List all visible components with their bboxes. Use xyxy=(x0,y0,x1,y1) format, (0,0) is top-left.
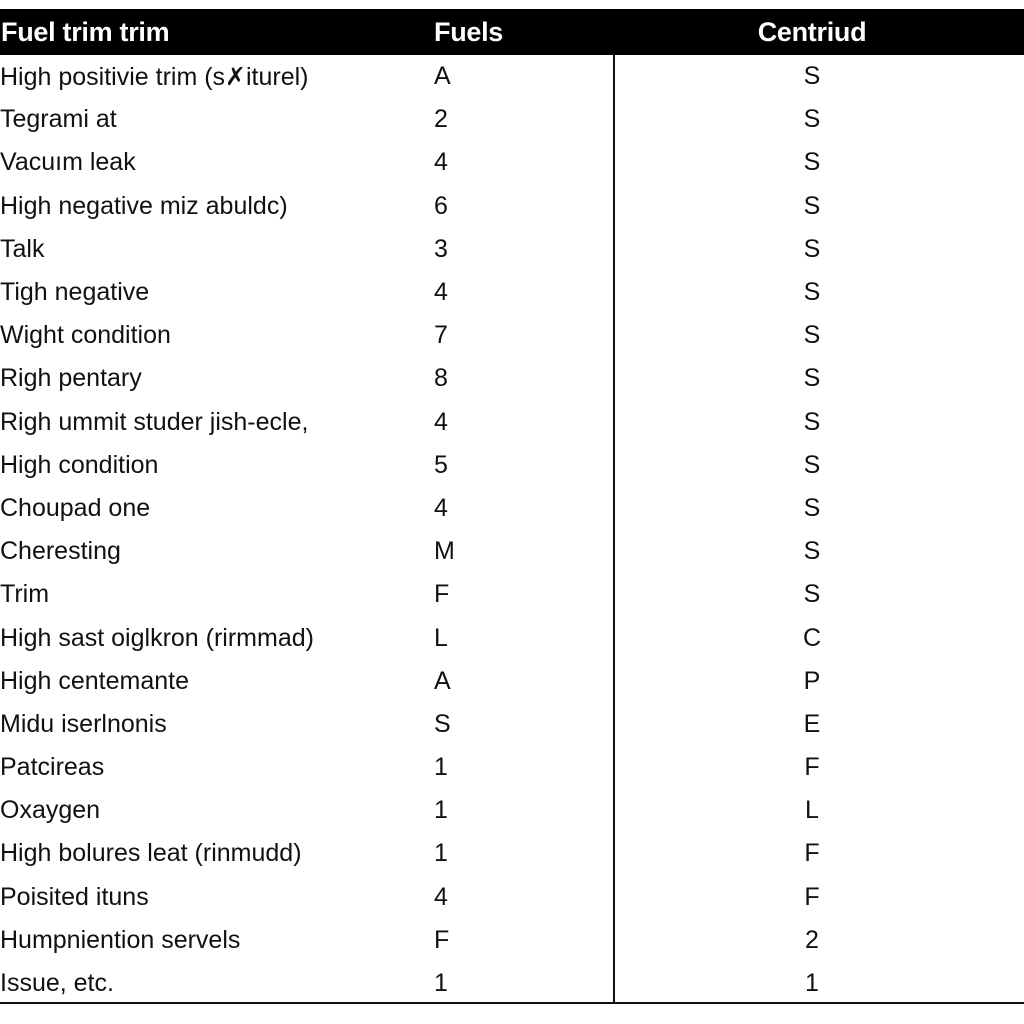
cell-fuels: L xyxy=(434,623,448,652)
cell-centriud: F xyxy=(804,753,820,782)
cell-condition: Tigh negative xyxy=(0,278,150,307)
cell-fuels: F xyxy=(434,925,450,954)
cell-fuels: F xyxy=(434,580,450,609)
cell-centriud: S xyxy=(803,537,821,566)
cell-condition: Wight condition xyxy=(0,321,171,350)
cell-fuels: 5 xyxy=(434,450,448,479)
table-row: Oxaygen 1 L xyxy=(0,789,1024,832)
cell-centriud: F xyxy=(804,882,820,911)
cell-condition: Righ ummit studer jish-ecle, xyxy=(0,407,309,436)
cell-condition: Tegrami at xyxy=(0,105,117,134)
cell-condition: Issue, etc. xyxy=(0,969,114,998)
cell-fuels: 4 xyxy=(434,882,448,911)
cell-fuels: 1 xyxy=(434,969,448,998)
column-divider xyxy=(613,55,615,1004)
cell-condition: Patcireas xyxy=(0,753,105,782)
table-row: Tegrami at 2 S xyxy=(0,98,1024,141)
table-header: Fuel trim trim Fuels Centriud xyxy=(0,9,1024,55)
table-row: High condition 5 S xyxy=(0,444,1024,487)
cell-centriud: 1 xyxy=(805,969,819,998)
cell-fuels: 4 xyxy=(434,278,448,307)
table-row: Wight condition 7 S xyxy=(0,314,1024,357)
cell-condition: Cheresting xyxy=(0,537,121,566)
cell-condition: Choupad one xyxy=(0,493,151,522)
cell-fuels: 1 xyxy=(434,839,448,868)
table-row: Humpniention servels F 2 xyxy=(0,919,1024,962)
fuel-trim-document: Fuel trim trim Fuels Centriud High posit… xyxy=(0,9,1024,1005)
column-header-fuels: Fuels xyxy=(434,16,504,47)
cell-condition: Trim xyxy=(0,580,50,609)
cell-fuels: A xyxy=(434,62,451,91)
cell-fuels: 1 xyxy=(434,796,448,825)
cell-condition: High sast oiglkron (rirmmad) xyxy=(0,623,314,652)
table-row: Tigh negative 4 S xyxy=(0,271,1024,314)
cell-centriud: S xyxy=(803,234,821,263)
table-row: Talk 3 S xyxy=(0,228,1024,271)
table-row: Midu iserlnonis S E xyxy=(0,703,1024,746)
cell-condition: Oxaygen xyxy=(0,796,101,825)
table-row: High negative miz abuldc) 6 S xyxy=(0,185,1024,228)
cell-centriud: 2 xyxy=(805,925,819,954)
cell-fuels: 7 xyxy=(434,321,448,350)
cell-condition: Righ pentary xyxy=(0,364,142,393)
cell-centriud: P xyxy=(803,666,821,695)
cell-centriud: S xyxy=(803,580,821,609)
cell-centriud: S xyxy=(803,62,821,91)
table-row: Cheresting M S xyxy=(0,530,1024,573)
cell-fuels: 2 xyxy=(434,105,448,134)
cell-centriud: S xyxy=(803,148,821,177)
cell-centriud: S xyxy=(803,321,821,350)
cell-centriud: E xyxy=(803,709,821,738)
cell-centriud: S xyxy=(803,191,821,220)
table-row: Righ pentary 8 S xyxy=(0,357,1024,400)
cell-fuels: S xyxy=(434,709,451,738)
table-row: Vacuım leak 4 S xyxy=(0,141,1024,184)
cell-condition: High bolures leat (rinmudd) xyxy=(0,839,302,868)
cell-centriud: C xyxy=(802,623,822,652)
cell-centriud: L xyxy=(805,796,819,825)
cell-fuels: 3 xyxy=(434,234,448,263)
table-row: High sast oiglkron (rirmmad) L C xyxy=(0,616,1024,659)
cell-condition: Poisited ituns xyxy=(0,882,149,911)
column-header-fuel-trim: Fuel trim trim xyxy=(1,16,170,47)
table-row: Trim F S xyxy=(0,573,1024,616)
cell-fuels: M xyxy=(434,537,455,566)
cell-centriud: S xyxy=(803,278,821,307)
table-bottom-rule xyxy=(0,1002,1024,1004)
table-row: High centemante A P xyxy=(0,660,1024,703)
cell-centriud: S xyxy=(803,105,821,134)
table-row: Patcireas 1 F xyxy=(0,746,1024,789)
column-header-centriud: Centriud xyxy=(757,16,867,47)
cell-fuels: 4 xyxy=(434,493,448,522)
table-row: Righ ummit studer jish-ecle, 4 S xyxy=(0,401,1024,444)
cell-fuels: A xyxy=(434,666,451,695)
cell-fuels: 6 xyxy=(434,191,448,220)
cell-condition: Midu iserlnonis xyxy=(0,709,167,738)
cell-fuels: 4 xyxy=(434,407,448,436)
table-row: Issue, etc. 1 1 xyxy=(0,962,1024,1005)
cell-condition: Talk xyxy=(0,234,45,263)
cell-condition: High centemante xyxy=(0,666,190,695)
header-row: Fuel trim trim Fuels Centriud xyxy=(0,9,1024,55)
fuel-trim-table: Fuel trim trim Fuels Centriud High posit… xyxy=(0,9,1024,1005)
cell-condition: Vacuım leak xyxy=(0,148,136,177)
cell-fuels: 1 xyxy=(434,753,448,782)
table-row: Poisited ituns 4 F xyxy=(0,876,1024,919)
cell-centriud: F xyxy=(804,839,820,868)
table-row: High bolures leat (rinmudd) 1 F xyxy=(0,832,1024,875)
cell-condition: High positivie trim (s✗iturel) xyxy=(0,62,309,91)
cell-condition: High negative miz abuldc) xyxy=(0,191,288,220)
cell-centriud: S xyxy=(803,450,821,479)
cell-fuels: 4 xyxy=(434,148,448,177)
table-row: Choupad one 4 S xyxy=(0,487,1024,530)
cell-condition: Humpniention servels xyxy=(0,925,241,954)
cell-condition: High condition xyxy=(0,450,159,479)
cell-fuels: 8 xyxy=(434,364,448,393)
cell-centriud: S xyxy=(803,407,821,436)
table-body: High positivie trim (s✗iturel) A S Tegrami … xyxy=(0,55,1024,1005)
cell-centriud: S xyxy=(803,493,821,522)
table-row: High positivie trim (s✗iturel) A S xyxy=(0,55,1024,98)
cell-centriud: S xyxy=(803,364,821,393)
